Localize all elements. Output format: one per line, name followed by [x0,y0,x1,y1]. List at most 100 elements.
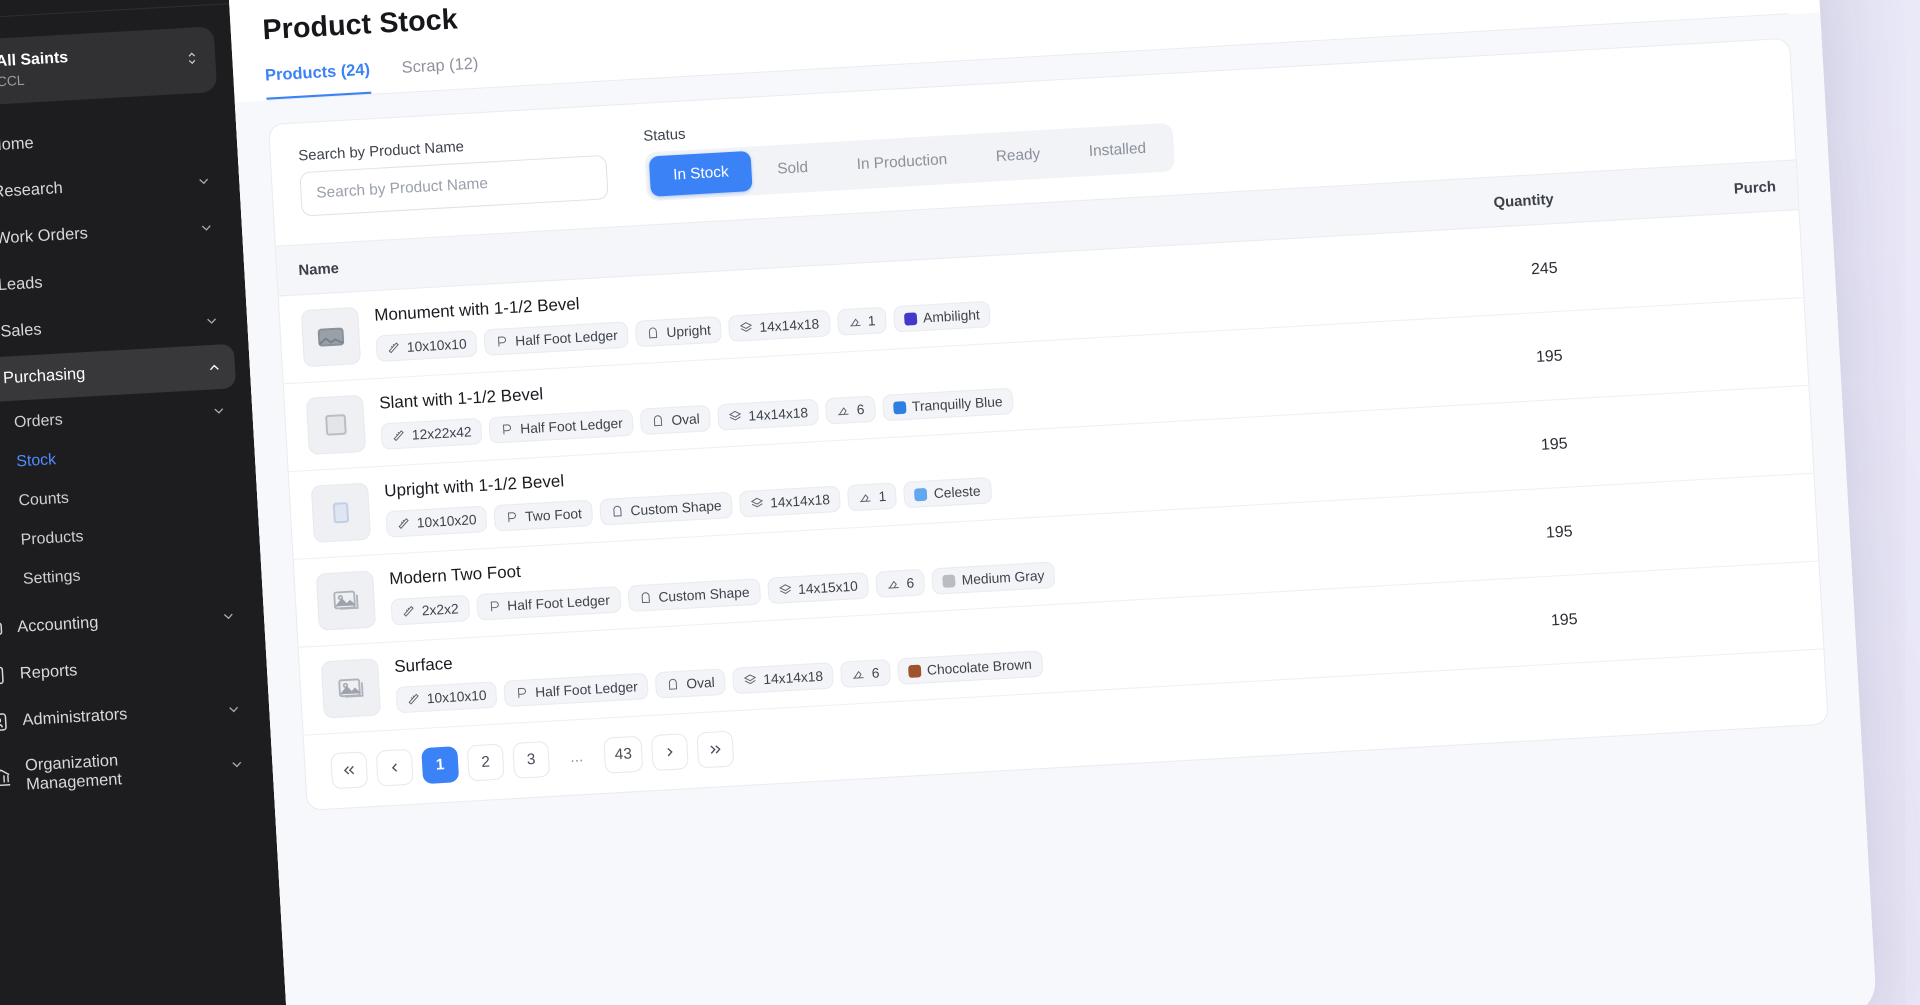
chip-label: 6 [906,574,915,592]
chip-label: Chocolate Brown [926,656,1033,678]
pagination-page-3[interactable]: 3 [512,740,551,779]
shape-icon [613,505,622,517]
stock-table: Name Quantity Purch Monument with 1-1/2 … [275,159,1824,736]
app-window: Cemmansys All Saints CCL [0,0,1878,1005]
quantity-cell: 245 [1332,222,1582,324]
quantity-cell: 195 [1347,485,1597,588]
color-swatch [914,487,928,501]
stock-panel: Search by Product Name Status In Stock S… [267,37,1829,811]
status-label: Status [642,124,686,145]
polish-icon [849,318,861,327]
chip-polish: 1 [836,306,887,336]
chip-dimensions: 10x10x10 [395,681,498,714]
chevron-down-icon[interactable] [220,607,237,624]
chip-label: Half Foot Ledger [506,591,611,614]
color-swatch [907,664,922,678]
main-area: Purchasing › Stock › Product Stock Produ… [224,0,1878,1005]
chip-polish: 6 [875,568,926,599]
chip-font: Half Foot Ledger [503,672,650,708]
bank-icon [0,766,13,788]
purchase-cell [1586,385,1814,486]
chip-font: Two Foot [493,499,594,532]
tab-products[interactable]: Products (24) [264,60,372,100]
chip-polish: 6 [840,658,891,689]
pagination-first-button[interactable] [330,751,369,790]
sidebar-item-label: Accounting [16,613,99,637]
purchase-cell [1581,297,1809,398]
quantity-cell: 195 [1337,310,1587,412]
chevron-down-icon[interactable] [211,402,228,419]
color-swatch [903,311,918,326]
chip-label: 12x22x42 [411,423,473,443]
chip-font: Half Foot Ledger [475,586,622,621]
status-option-in-stock[interactable]: In Stock [648,150,754,197]
tab-scrap[interactable]: Scrap (12) [401,55,479,92]
chevron-down-icon[interactable] [228,756,245,773]
product-thumbnail [300,306,362,368]
chip-label: 14x14x18 [759,315,820,335]
purchase-cell [1576,209,1804,311]
chevron-down-icon[interactable] [203,312,220,329]
search-field-group: Search by Product Name [298,129,609,217]
chip-label: 14x14x18 [747,404,809,424]
font-icon [490,601,499,612]
chip-label: 6 [871,664,880,682]
chip-base-size: 14x15x10 [766,572,870,605]
chip-label: Ambilight [922,306,981,326]
pagination-page-1[interactable]: 1 [421,746,460,785]
chip-color: Ambilight [892,300,992,333]
ruler-icon [398,518,409,529]
status-option-ready[interactable]: Ready [971,133,1064,178]
chip-font: Half Foot Ledger [488,409,635,444]
sidebar-subitem-label: Stock [15,450,57,471]
chevron-down-icon[interactable] [198,219,215,236]
screen: Cemmansys All Saints CCL [0,0,1920,1005]
shape-icon [641,592,650,604]
chip-color: Celeste [903,476,992,509]
chip-shape: Custom Shape [599,491,733,526]
sidebar-item-label: Sales [0,320,43,341]
content-area: Search by Product Name Status In Stock S… [234,12,1878,1005]
brand: Cemmansys [0,0,230,22]
chip-label: 6 [856,401,865,418]
sidebar-item-label: Work Orders [0,224,89,248]
status-option-sold[interactable]: Sold [753,146,833,191]
chevron-down-icon[interactable] [225,700,242,717]
shape-icon [669,678,678,690]
money-icon [0,618,4,640]
sidebar-item-label: Organization Management [24,751,123,794]
pagination-prev-button[interactable] [375,748,414,787]
chevron-down-icon[interactable] [195,172,212,189]
font-icon [498,336,507,347]
pagination-page-43[interactable]: 43 [603,735,644,774]
ruler-icon [403,605,414,617]
sidebar-item-organization-management[interactable]: Organization Management [0,732,259,809]
chevron-updown-icon[interactable] [183,49,201,72]
pagination-last-button[interactable] [696,730,735,769]
chip-label: Custom Shape [657,584,750,606]
chip-shape: Upright [634,315,723,348]
sidebar-item-label: Reports [19,661,78,683]
org-switcher[interactable]: All Saints CCL [0,26,218,108]
chip-dimensions: 12x22x42 [380,417,483,450]
chip-label: Half Foot Ledger [519,415,624,437]
status-option-installed[interactable]: Installed [1064,127,1170,173]
chevron-up-icon[interactable] [206,359,223,376]
ruler-icon [408,693,419,705]
chip-color: Tranquilly Blue [881,387,1014,422]
chip-shape: Oval [639,404,712,436]
chip-color: Medium Gray [931,561,1056,595]
pagination-next-button[interactable] [650,733,690,772]
polish-icon [853,670,864,679]
sidebar-subitem-label: Counts [18,488,70,510]
status-option-in-production[interactable]: In Production [832,138,971,186]
search-input[interactable] [299,154,609,217]
polish-icon [860,494,871,503]
purchase-cell [1591,473,1819,574]
layers-icon [728,410,742,421]
chip-label: Oval [685,674,716,692]
sidebar-item-label: Leads [0,273,44,295]
product-thumbnail [315,570,377,631]
purchasing-subnav: Orders Stock Counts Products Settings [0,390,248,601]
pagination-page-2[interactable]: 2 [466,743,505,782]
